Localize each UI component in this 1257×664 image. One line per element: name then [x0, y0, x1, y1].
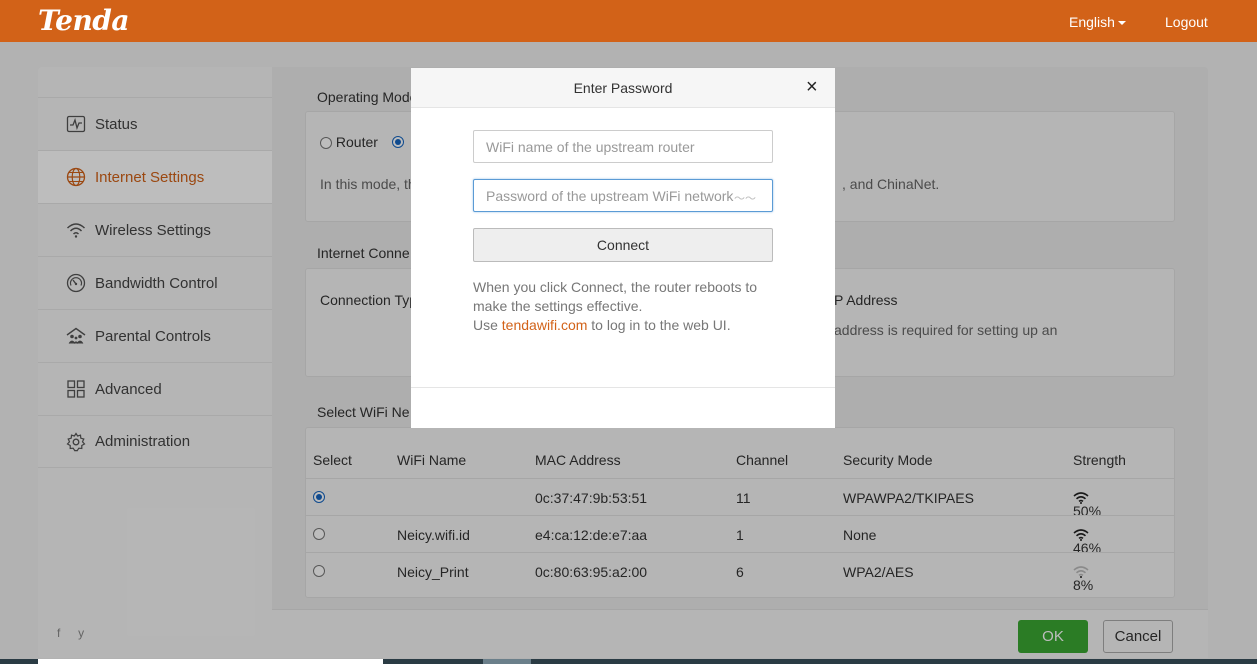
logout-link[interactable]: Logout — [1165, 14, 1208, 30]
taskbar-segment — [483, 659, 531, 664]
connect-note: When you click Connect, the router reboo… — [473, 278, 773, 335]
top-header: Tenda English Logout — [0, 0, 1257, 42]
dialog-footer — [411, 387, 835, 428]
tendawifi-link[interactable]: tendawifi.com — [502, 317, 588, 333]
close-icon[interactable]: × — [806, 77, 818, 97]
wifi-password-input[interactable] — [473, 179, 773, 212]
dialog-header: Enter Password × — [411, 68, 835, 108]
tenda-logo: Tenda — [38, 4, 130, 37]
dialog-title: Enter Password — [573, 80, 673, 96]
eye-closed-icon[interactable]: 〜〜 — [734, 190, 756, 206]
caret-down-icon — [1117, 21, 1126, 26]
note-line1: When you click Connect, the router reboo… — [473, 279, 758, 314]
connect-button[interactable]: Connect — [473, 228, 773, 262]
note-end: to log in to the web UI. — [587, 317, 731, 333]
taskbar-strip — [0, 659, 1257, 664]
note-use: Use — [473, 317, 502, 333]
wifi-name-input[interactable] — [473, 130, 773, 163]
language-selector[interactable]: English — [1069, 14, 1126, 30]
language-label: English — [1069, 14, 1115, 30]
enter-password-dialog: Enter Password × Connect When you click … — [411, 68, 835, 428]
taskbar-segment — [38, 659, 383, 664]
